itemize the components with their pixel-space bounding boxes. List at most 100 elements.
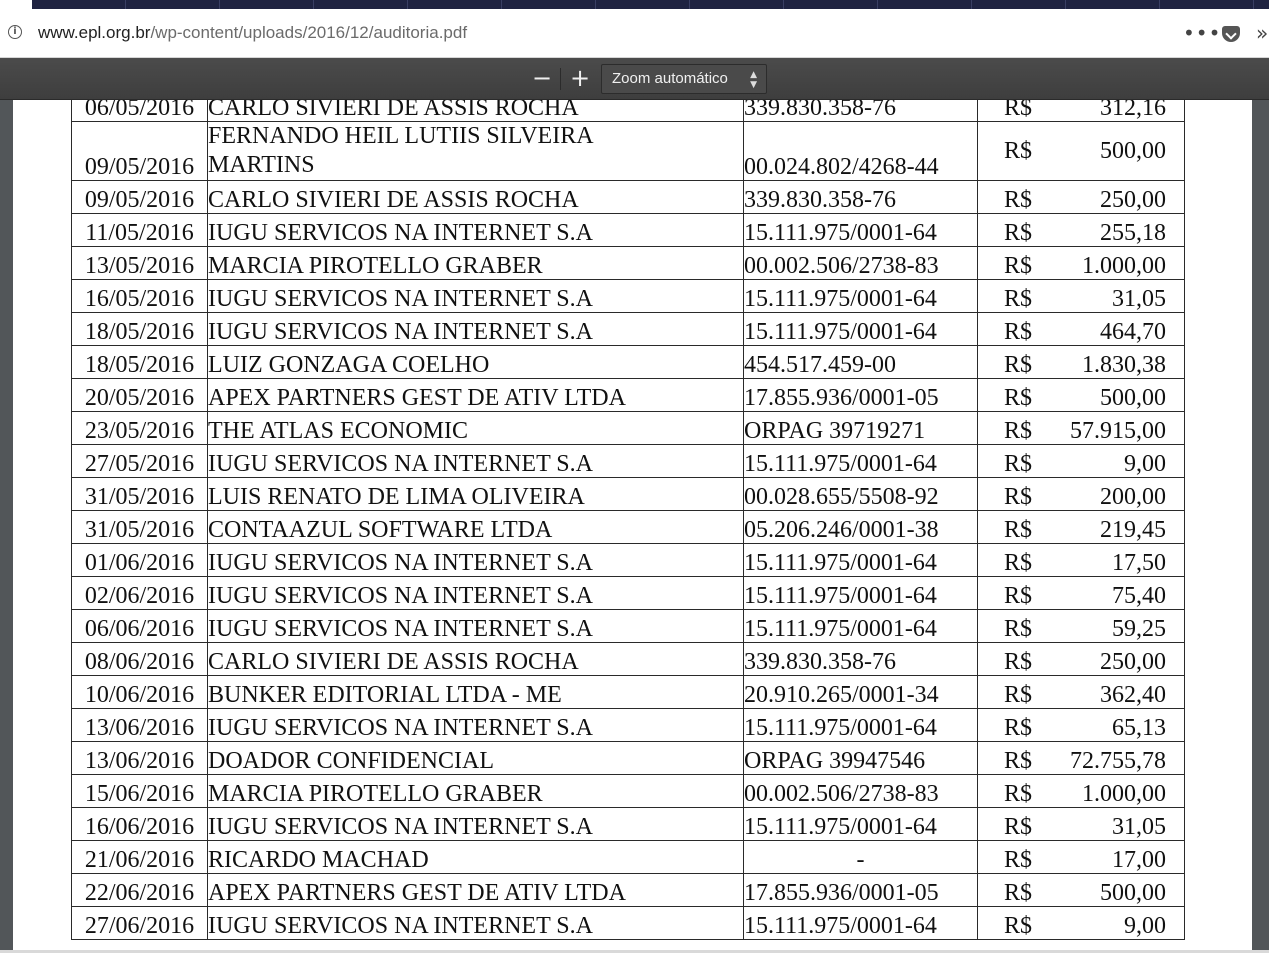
cell-document: 339.830.358-76 [743,642,978,676]
amount-wrap: R$ 1.000,00 [978,253,1184,279]
cell-name: CARLO SIVIERI DE ASSIS ROCHA [207,100,744,122]
amount-value: 1.830,38 [1082,352,1166,378]
cell-name: IUGU SERVICOS NA INTERNET S.A [207,609,744,643]
table-row: 31/05/2016 LUIS RENATO DE LIMA OLIVEIRA 00… [71,477,1185,511]
cell-date: 10/06/2016 [71,675,208,709]
cell-amount: R$ 9,00 [977,906,1185,940]
cell-amount: R$ 9,00 [977,444,1185,478]
table-row: 23/05/2016 THE ATLAS ECONOMIC ORPAG 397192… [71,411,1185,445]
cell-name: MARCIA PIROTELLO GRABER [207,246,744,280]
tab[interactable] [596,0,690,9]
cell-name-text: FERNANDO HEIL LUTIIS SILVEIRA MARTINS [208,123,593,178]
currency-symbol: R$ [1004,138,1033,164]
table-row: 06/05/2016 CARLO SIVIERI DE ASSIS ROCHA 33… [71,100,1185,122]
cell-date: 23/05/2016 [71,411,208,445]
zoom-in-button[interactable]: + [566,66,594,92]
amount-wrap: R$ 500,00 [978,385,1184,411]
cell-amount: R$ 17,00 [977,840,1185,874]
currency-symbol: R$ [1004,550,1033,576]
table-row: 18/05/2016 LUIZ GONZAGA COELHO 454.517.459… [71,345,1185,379]
tab[interactable] [220,0,314,9]
table-row: 09/05/2016 FERNANDO HEIL LUTIIS SILVEIRA … [71,121,1185,181]
cell-amount: R$ 250,00 [977,180,1185,214]
pocket-icon[interactable] [1222,26,1240,42]
table-row: 31/05/2016 CONTAAZUL SOFTWARE LTDA 05.206.… [71,510,1185,544]
table-row: 16/05/2016 IUGU SERVICOS NA INTERNET S.A 1… [71,279,1185,313]
tab[interactable] [314,0,408,9]
pdf-page: 06/05/2016 CARLO SIVIERI DE ASSIS ROCHA 33… [13,100,1252,953]
amount-wrap: R$ 250,00 [978,187,1184,213]
cell-date: 22/06/2016 [71,873,208,907]
cell-date: 13/06/2016 [71,741,208,775]
cell-date: 11/05/2016 [71,213,208,247]
toolbar-divider [560,68,561,90]
cell-document: 15.111.975/0001-64 [743,213,978,247]
cell-document: ORPAG 39947546 [743,741,978,775]
amount-wrap: R$ 17,00 [978,847,1184,873]
cell-date: 09/05/2016 [71,180,208,214]
transactions-table: 06/05/2016 CARLO SIVIERI DE ASSIS ROCHA 33… [71,100,1185,940]
pdf-viewer[interactable]: 06/05/2016 CARLO SIVIERI DE ASSIS ROCHA 33… [0,100,1269,953]
amount-wrap: R$ 250,00 [978,649,1184,675]
cell-name: APEX PARTNERS GEST DE ATIV LTDA [207,873,744,907]
overflow-menu-icon[interactable]: » [1256,21,1268,45]
cell-amount: R$ 31,05 [977,807,1185,841]
currency-symbol: R$ [1004,781,1033,807]
cell-date: 21/06/2016 [71,840,208,874]
tab[interactable] [502,0,596,9]
cell-document: 15.111.975/0001-64 [743,444,978,478]
tab[interactable] [878,0,972,9]
tab[interactable] [690,0,784,9]
cell-date: 08/06/2016 [71,642,208,676]
page-actions-icon[interactable]: ••• [1183,21,1221,45]
tab[interactable] [1160,0,1254,9]
cell-date: 01/06/2016 [71,543,208,577]
tab[interactable] [972,0,1066,9]
address-bar[interactable]: i www.epl.org.br/wp-content/uploads/2016… [0,9,1269,58]
amount-wrap: R$ 72.755,78 [978,748,1184,774]
cell-document: 339.830.358-76 [743,100,978,122]
zoom-select[interactable]: Zoom automático ▲ ▼ [601,64,767,94]
cell-date: 13/06/2016 [71,708,208,742]
tab[interactable] [1066,0,1160,9]
amount-wrap: R$ 255,18 [978,220,1184,246]
cell-name: RICARDO MACHAD [207,840,744,874]
tab[interactable] [126,0,220,9]
tab[interactable] [408,0,502,9]
currency-symbol: R$ [1004,616,1033,642]
cell-document: 339.830.358-76 [743,180,978,214]
amount-value: 250,00 [1100,187,1166,213]
cell-name: IUGU SERVICOS NA INTERNET S.A [207,543,744,577]
cell-amount: R$ 17,50 [977,543,1185,577]
cell-document: 15.111.975/0001-64 [743,609,978,643]
amount-value: 200,00 [1100,484,1166,510]
amount-wrap: R$ 219,45 [978,517,1184,543]
table-row: 09/05/2016 CARLO SIVIERI DE ASSIS ROCHA 33… [71,180,1185,214]
table-row: 10/06/2016 BUNKER EDITORIAL LTDA - ME 20.9… [71,675,1185,709]
info-icon[interactable]: i [8,25,22,39]
url-text[interactable]: www.epl.org.br/wp-content/uploads/2016/1… [38,23,467,43]
amount-wrap: R$ 312,16 [978,100,1184,121]
cell-name: FERNANDO HEIL LUTIIS SILVEIRA MARTINS [207,121,744,181]
tab[interactable] [32,0,126,9]
amount-value: 312,16 [1100,100,1166,121]
cell-name: THE ATLAS ECONOMIC [207,411,744,445]
currency-symbol: R$ [1004,451,1033,477]
table-row: 13/05/2016 MARCIA PIROTELLO GRABER 00.002.… [71,246,1185,280]
currency-symbol: R$ [1004,418,1033,444]
amount-value: 9,00 [1124,913,1166,939]
cell-amount: R$ 1.000,00 [977,246,1185,280]
zoom-out-button[interactable]: − [528,66,556,92]
amount-value: 1.000,00 [1082,781,1166,807]
cell-name: BUNKER EDITORIAL LTDA - ME [207,675,744,709]
cell-date: 02/06/2016 [71,576,208,610]
table-row: 06/06/2016 IUGU SERVICOS NA INTERNET S.A 1… [71,609,1185,643]
cell-document: 15.111.975/0001-64 [743,708,978,742]
cell-date: 16/05/2016 [71,279,208,313]
cell-name: CARLO SIVIERI DE ASSIS ROCHA [207,642,744,676]
amount-wrap: R$ 9,00 [978,451,1184,477]
cell-date: 31/05/2016 [71,510,208,544]
tab[interactable] [784,0,878,9]
cell-document: 17.855.936/0001-05 [743,873,978,907]
amount-wrap: R$ 59,25 [978,616,1184,642]
